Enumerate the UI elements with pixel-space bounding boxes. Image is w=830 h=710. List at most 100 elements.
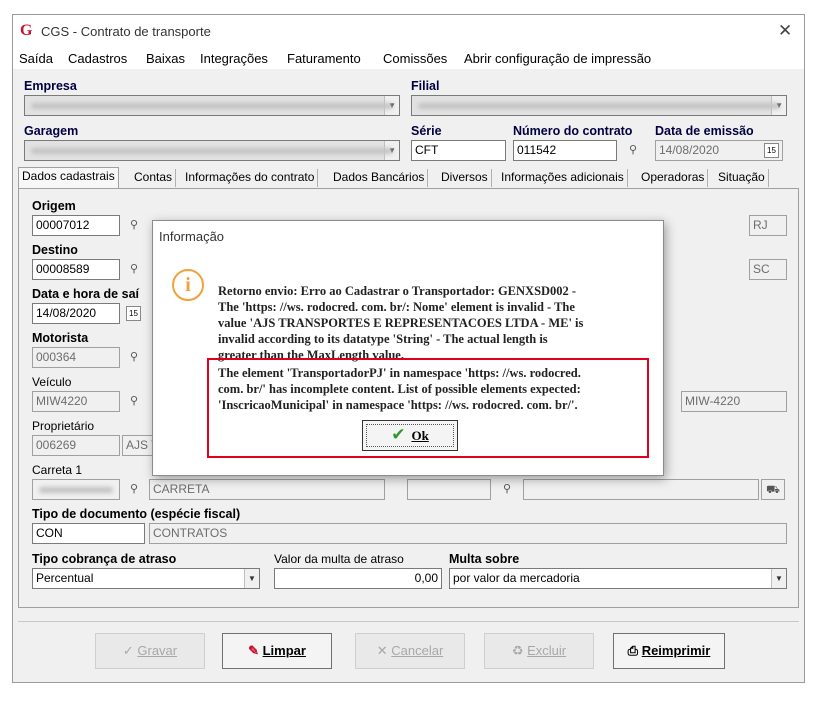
- binoculars-icon[interactable]: ⚲: [621, 140, 645, 161]
- tipo-cobranca-label: Tipo cobrança de atraso: [32, 552, 177, 566]
- tab-operadoras[interactable]: Operadoras: [638, 169, 709, 187]
- tipo-cobranca-value: Percentual: [36, 571, 94, 585]
- carreta-desc: CARRETA: [149, 479, 385, 500]
- ok-label: Ok: [411, 428, 429, 443]
- proprietario-input[interactable]: 006269: [32, 435, 120, 456]
- tipo-documento-label: Tipo de documento (espécie fiscal): [32, 507, 241, 521]
- cancelar-button[interactable]: ✕ Cancelar: [355, 633, 465, 669]
- data-emissao-label: Data de emissão: [655, 124, 754, 138]
- binoculars-icon[interactable]: ⚲: [122, 391, 146, 412]
- printer-icon: ⎙: [627, 643, 639, 658]
- dialog-title-bar: Informação: [153, 221, 663, 251]
- cancel-x-icon: ✕: [376, 643, 388, 658]
- data-saida-label: Data e hora de saí: [32, 287, 139, 301]
- message-line: invalid according to its datatype 'Strin…: [218, 332, 548, 346]
- binoculars-icon[interactable]: ⚲: [495, 479, 519, 500]
- chevron-down-icon[interactable]: ▼: [771, 96, 786, 115]
- proprietario-label: Proprietário: [32, 419, 95, 433]
- checkmark-icon: ✓: [122, 643, 134, 658]
- veiculo-label: Veículo: [32, 375, 72, 389]
- calendar-icon[interactable]: 15: [764, 143, 779, 158]
- valor-multa-input[interactable]: 0,00: [274, 568, 442, 589]
- dialog-title: Informação: [159, 229, 225, 244]
- menu-cadastros[interactable]: Cadastros: [68, 51, 127, 66]
- broom-icon: ✎: [248, 643, 259, 658]
- message-line: The 'https: //ws. rodocred. com. br/: No…: [218, 300, 575, 314]
- destino-label: Destino: [32, 243, 78, 257]
- origem-uf: RJ: [749, 215, 787, 236]
- serie-input[interactable]: CFT: [411, 140, 506, 161]
- empresa-select[interactable]: ▼: [24, 95, 400, 116]
- destino-uf: SC: [749, 259, 787, 280]
- tab-contas[interactable]: Contas: [131, 169, 177, 187]
- tipo-documento-desc: CONTRATOS: [149, 523, 787, 544]
- tab-informacoes-adicionais[interactable]: Informações adicionais: [498, 169, 628, 187]
- chevron-down-icon[interactable]: ▼: [384, 141, 399, 160]
- carreta-extra-desc: [523, 479, 759, 500]
- limpar-button[interactable]: ✎ Limpar: [222, 633, 332, 669]
- tab-informacoes-contrato[interactable]: Informações do contrato: [182, 169, 319, 187]
- reimprimir-label: Reimprimir: [641, 643, 711, 658]
- limpar-label: Limpar: [262, 643, 306, 658]
- menu-bar: Saída Cadastros Baixas Integrações Fatur…: [13, 47, 804, 69]
- menu-integracoes[interactable]: Integrações: [200, 51, 268, 66]
- reimprimir-button[interactable]: ⎙ Reimprimir: [613, 633, 725, 669]
- ok-button[interactable]: ✔ Ok: [362, 420, 458, 451]
- gravar-button[interactable]: ✓ Gravar: [95, 633, 205, 669]
- calendar-icon[interactable]: 15: [126, 306, 141, 321]
- empresa-label: Empresa: [24, 79, 77, 93]
- carreta-label: Carreta 1: [32, 463, 83, 477]
- motorista-input[interactable]: 000364: [32, 347, 120, 368]
- garagem-label: Garagem: [24, 124, 79, 138]
- chevron-down-icon[interactable]: ▼: [384, 96, 399, 115]
- menu-comissoes[interactable]: Comissões: [383, 51, 447, 66]
- origem-input[interactable]: 00007012: [32, 215, 120, 236]
- binoculars-icon[interactable]: ⚲: [122, 215, 146, 236]
- multa-sobre-label: Multa sobre: [449, 552, 520, 566]
- tipo-documento-input[interactable]: CON: [32, 523, 145, 544]
- tab-dados-bancarios[interactable]: Dados Bancários: [330, 169, 429, 187]
- truck-icon[interactable]: ⛟: [761, 479, 785, 500]
- numero-contrato-label: Número do contrato: [513, 124, 633, 138]
- veiculo-placa: MIW-4220: [681, 391, 787, 412]
- cgs-logo-icon: G: [20, 22, 33, 39]
- window-title: CGS - Contrato de transporte: [41, 24, 211, 39]
- veiculo-input[interactable]: MIW4220: [32, 391, 120, 412]
- carreta-extra-input[interactable]: [407, 479, 491, 500]
- origem-label: Origem: [32, 199, 76, 213]
- multa-sobre-select[interactable]: por valor da mercadoria ▼: [449, 568, 787, 589]
- numero-contrato-input[interactable]: 011542: [513, 140, 617, 161]
- serie-label: Série: [411, 124, 442, 138]
- valor-multa-label: Valor da multa de atraso: [274, 552, 404, 566]
- data-saida-input[interactable]: 14/08/2020: [32, 303, 120, 324]
- tab-situacao[interactable]: Situação: [715, 169, 769, 187]
- gravar-label: Gravar: [137, 643, 178, 658]
- info-icon: i: [172, 269, 204, 301]
- chevron-down-icon[interactable]: ▼: [771, 569, 786, 588]
- motorista-label: Motorista: [32, 331, 89, 345]
- recycle-icon: ♻: [511, 643, 524, 658]
- carreta-input[interactable]: [32, 479, 120, 500]
- destino-input[interactable]: 00008589: [32, 259, 120, 280]
- tab-bar: Dados cadastrais Contas Informações do c…: [18, 167, 802, 189]
- menu-faturamento[interactable]: Faturamento: [287, 51, 361, 66]
- garagem-select[interactable]: ▼: [24, 140, 400, 161]
- binoculars-icon[interactable]: ⚲: [122, 347, 146, 368]
- close-icon[interactable]: ✕: [778, 21, 792, 41]
- excluir-label: Excluir: [527, 643, 567, 658]
- tab-dados-cadastrais[interactable]: Dados cadastrais: [18, 167, 119, 189]
- tipo-cobranca-select[interactable]: Percentual ▼: [32, 568, 260, 589]
- filial-select[interactable]: ▼: [411, 95, 787, 116]
- excluir-button[interactable]: ♻ Excluir: [484, 633, 594, 669]
- cancelar-label: Cancelar: [391, 643, 444, 658]
- multa-sobre-value: por valor da mercadoria: [453, 571, 580, 585]
- chevron-down-icon[interactable]: ▼: [244, 569, 259, 588]
- checkmark-icon: ✔: [391, 425, 406, 445]
- menu-baixas[interactable]: Baixas: [146, 51, 185, 66]
- menu-saida[interactable]: Saída: [19, 51, 53, 66]
- menu-abrir-configuracao[interactable]: Abrir configuração de impressão: [464, 51, 651, 66]
- title-bar: G CGS - Contrato de transporte ✕: [13, 15, 804, 47]
- binoculars-icon[interactable]: ⚲: [122, 259, 146, 280]
- tab-diversos[interactable]: Diversos: [438, 169, 492, 187]
- binoculars-icon[interactable]: ⚲: [122, 479, 146, 500]
